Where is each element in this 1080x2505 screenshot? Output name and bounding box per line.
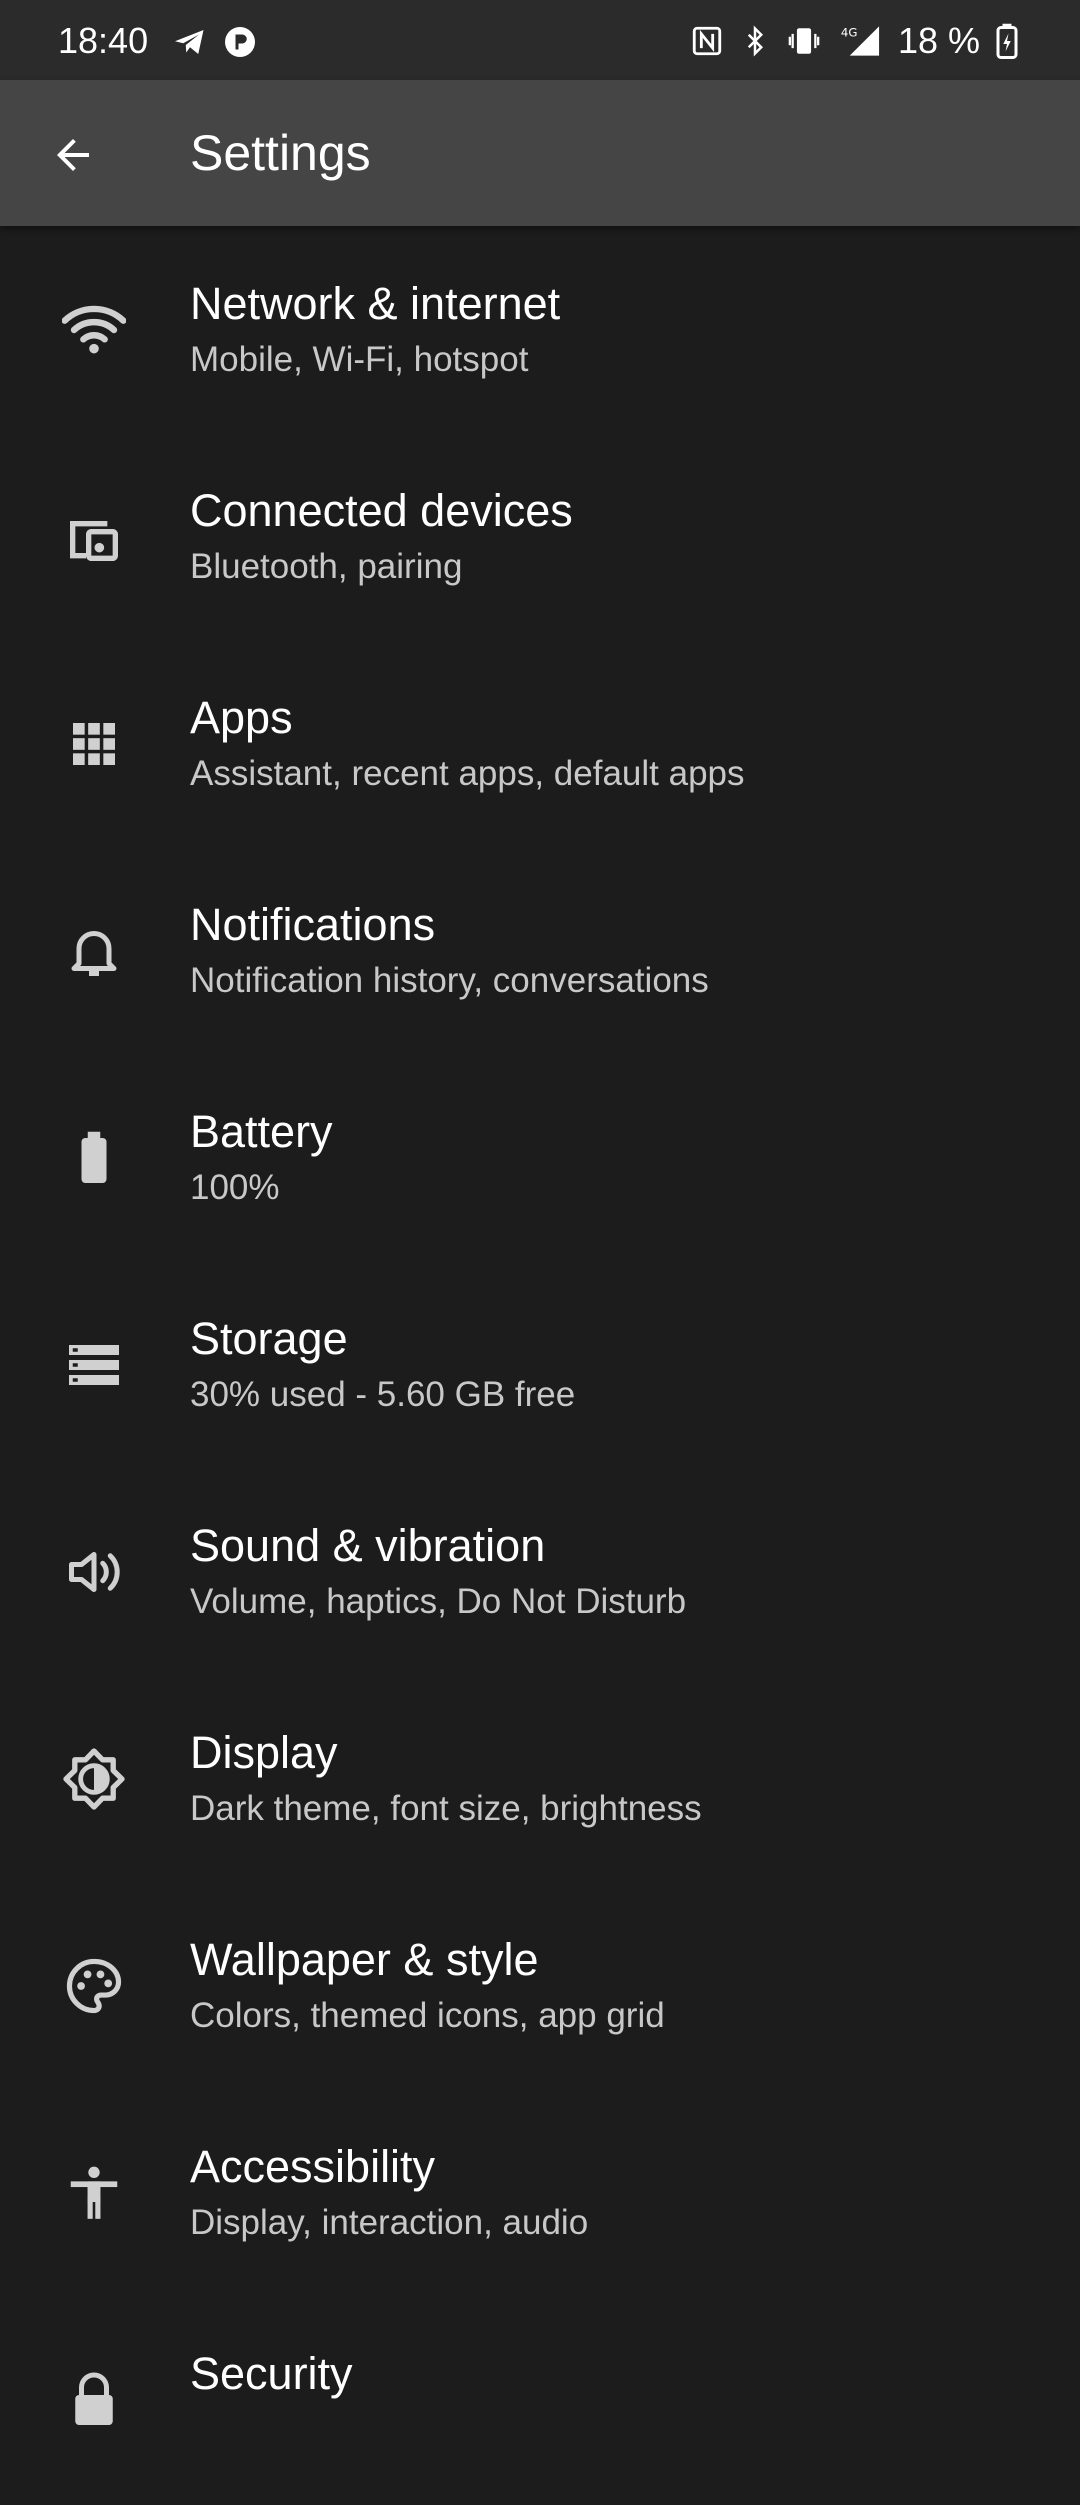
settings-list: Network & internet Mobile, Wi‑Fi, hotspo… <box>0 228 1080 2505</box>
item-subtitle: Volume, haptics, Do Not Disturb <box>190 1582 687 1621</box>
nfc-icon <box>690 24 724 58</box>
settings-item-sound[interactable]: Sound & vibration Volume, haptics, Do No… <box>0 1470 1080 1677</box>
item-title: Battery <box>190 1106 333 1157</box>
vibrate-icon <box>786 24 822 58</box>
item-subtitle: Display, interaction, audio <box>190 2203 589 2242</box>
battery-icon <box>58 1122 130 1194</box>
settings-item-notifications[interactable]: Notifications Notification history, conv… <box>0 849 1080 1056</box>
accessibility-icon <box>58 2157 130 2229</box>
item-title: Network & internet <box>190 278 561 329</box>
item-title: Notifications <box>190 899 436 950</box>
arrow-back-icon <box>49 131 97 179</box>
brightness-icon <box>58 1743 130 1815</box>
status-time: 18:40 <box>58 20 149 61</box>
item-title: Connected devices <box>190 485 573 536</box>
item-subtitle: Colors, themed icons, app grid <box>190 1996 665 2035</box>
bell-icon <box>58 915 130 987</box>
item-title: Security <box>190 2348 353 2399</box>
app-notification-icon <box>222 24 258 60</box>
devices-icon <box>58 501 130 573</box>
settings-item-network[interactable]: Network & internet Mobile, Wi‑Fi, hotspo… <box>0 228 1080 435</box>
item-subtitle: 100% <box>190 1168 280 1207</box>
item-title: Storage <box>190 1313 348 1364</box>
battery-charging-icon <box>996 23 1018 59</box>
item-title: Sound & vibration <box>190 1520 546 1571</box>
settings-item-display[interactable]: Display Dark theme, font size, brightnes… <box>0 1677 1080 1884</box>
svg-text:4G: 4G <box>841 26 858 40</box>
palette-icon <box>58 1950 130 2022</box>
settings-item-battery[interactable]: Battery 100% <box>0 1056 1080 1263</box>
item-title: Display <box>190 1727 338 1778</box>
settings-item-storage[interactable]: Storage 30% used - 5.60 GB free <box>0 1263 1080 1470</box>
settings-item-wallpaper[interactable]: Wallpaper & style Colors, themed icons, … <box>0 1884 1080 2091</box>
storage-icon <box>58 1329 130 1401</box>
back-button[interactable] <box>38 120 108 190</box>
page-title: Settings <box>190 125 371 181</box>
volume-icon <box>58 1536 130 1608</box>
item-subtitle: Assistant, recent apps, default apps <box>190 754 745 793</box>
signal-4g-icon: 4G <box>838 23 882 59</box>
item-subtitle: Bluetooth, pairing <box>190 547 463 586</box>
bluetooth-icon <box>740 24 770 58</box>
apps-grid-icon <box>58 708 130 780</box>
item-subtitle: Notification history, conversations <box>190 961 709 1000</box>
lock-icon <box>58 2364 130 2436</box>
item-subtitle: Mobile, Wi‑Fi, hotspot <box>190 340 529 379</box>
status-left-icons <box>172 24 258 60</box>
item-title: Wallpaper & style <box>190 1934 539 1985</box>
item-subtitle: Dark theme, font size, brightness <box>190 1789 702 1828</box>
status-bar: 18:40 4G 18 % <box>0 0 1080 80</box>
item-subtitle: 30% used - 5.60 GB free <box>190 1375 576 1414</box>
telegram-icon <box>172 24 208 60</box>
item-title: Accessibility <box>190 2141 436 2192</box>
item-title: Apps <box>190 692 293 743</box>
app-bar: Settings <box>0 80 1080 226</box>
settings-item-accessibility[interactable]: Accessibility Display, interaction, audi… <box>0 2091 1080 2298</box>
wifi-icon <box>58 294 130 366</box>
settings-item-apps[interactable]: Apps Assistant, recent apps, default app… <box>0 642 1080 849</box>
settings-item-security[interactable]: Security <box>0 2298 1080 2505</box>
settings-item-connected-devices[interactable]: Connected devices Bluetooth, pairing <box>0 435 1080 642</box>
battery-percentage: 18 % <box>897 20 980 61</box>
status-right-icons: 4G 18 % <box>690 20 1018 62</box>
